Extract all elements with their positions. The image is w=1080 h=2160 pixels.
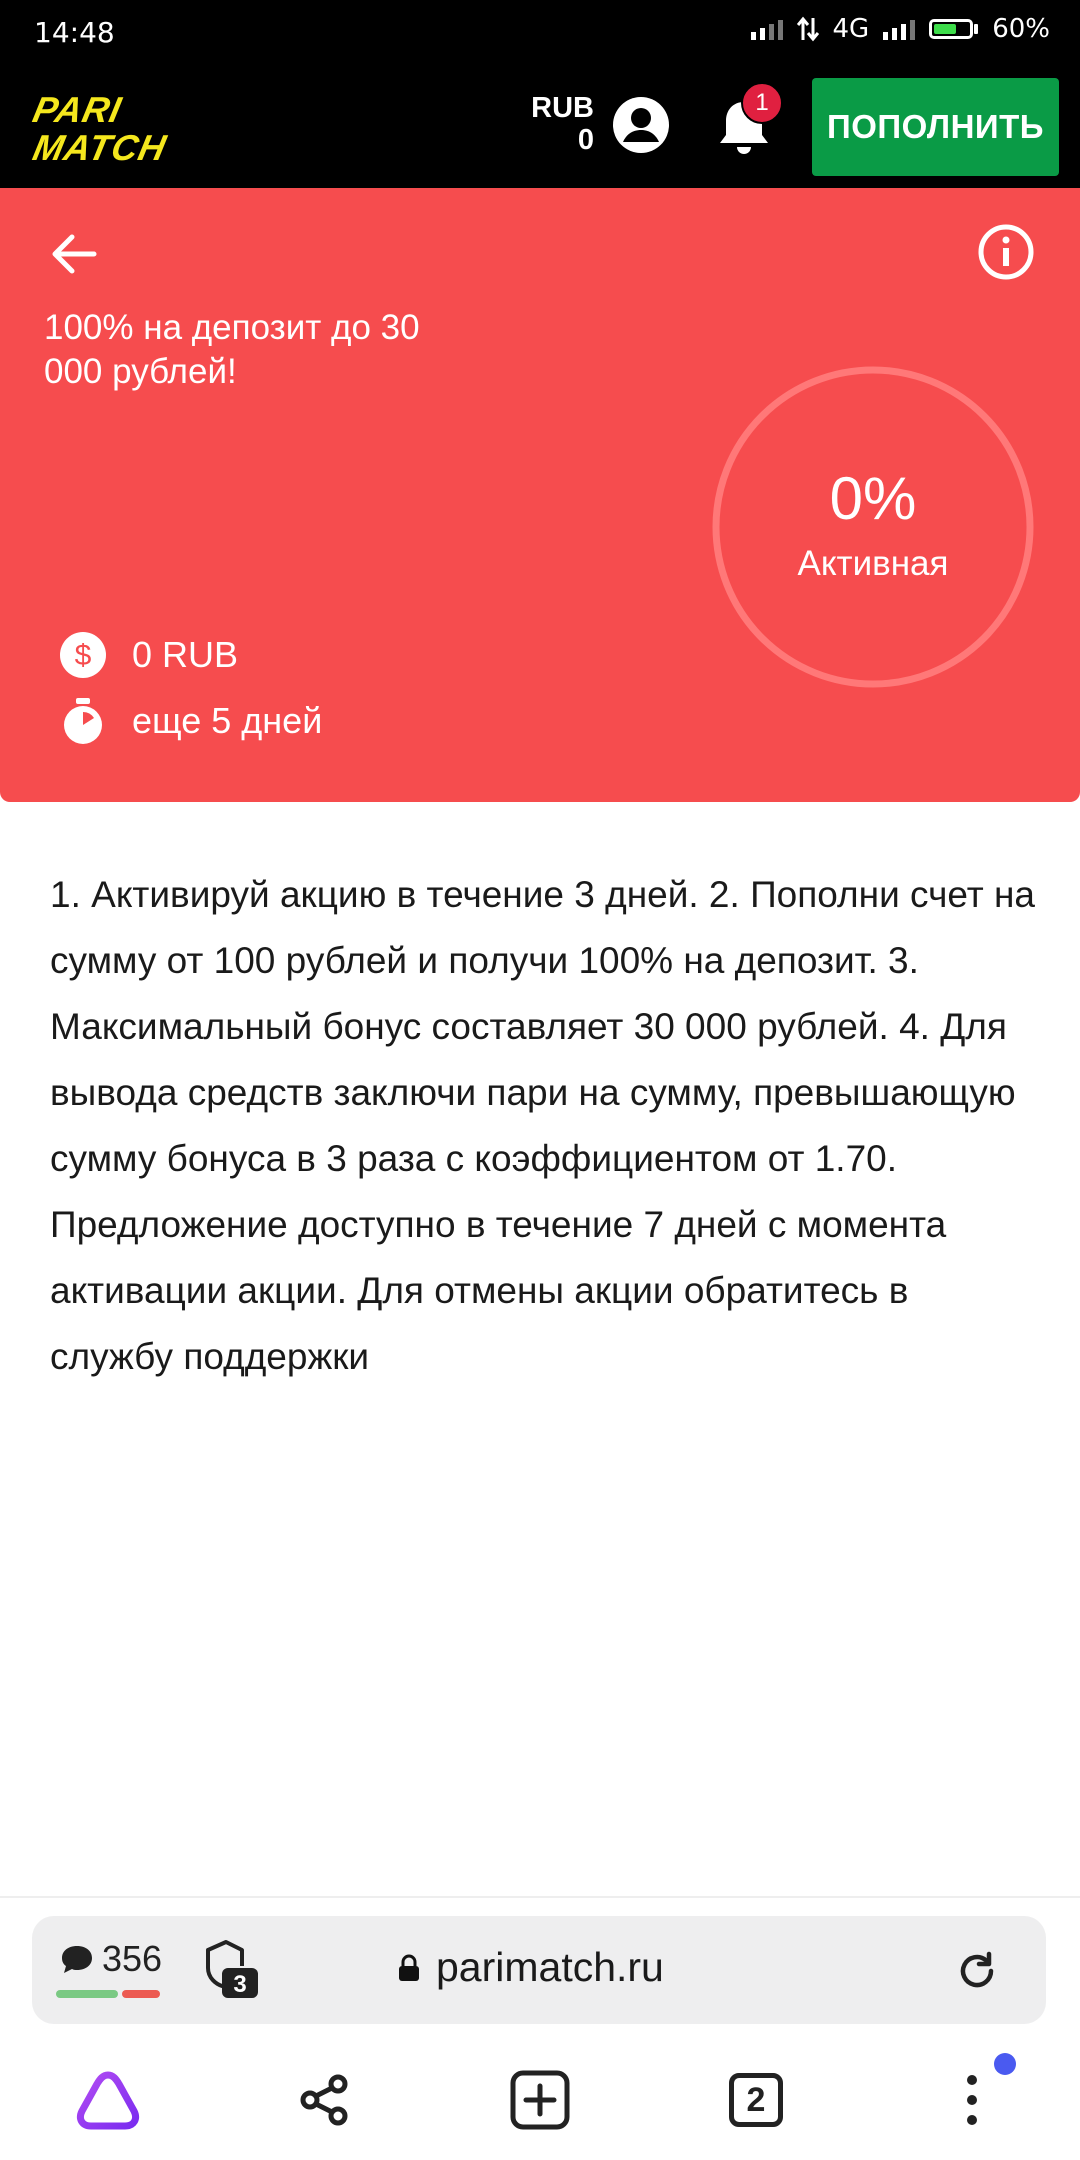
- bonus-amount: 0 RUB: [132, 634, 239, 675]
- url-text: parimatch.ru: [436, 1944, 664, 1990]
- share-button[interactable]: [284, 2060, 364, 2140]
- tabs-button[interactable]: 2: [716, 2060, 796, 2140]
- promo-description: 1. Активируй акцию в течение 3 дней. 2. …: [50, 874, 1035, 1377]
- lock-icon: [399, 1954, 419, 1981]
- data-transfer-icon: [796, 16, 819, 42]
- stopwatch-icon: [64, 698, 102, 744]
- comments-count: 356: [102, 1938, 163, 1979]
- svg-text:MATCH: MATCH: [29, 127, 170, 164]
- signal-icon-2: [883, 18, 916, 40]
- signal-icon: [750, 18, 783, 40]
- menu-notification-dot: [994, 2053, 1016, 2075]
- more-vertical-icon: [967, 2075, 977, 2125]
- notification-badge: 1: [741, 82, 783, 124]
- battery-icon: [929, 19, 979, 39]
- balance-amount: 0: [577, 124, 594, 156]
- progress-percent: 0%: [829, 465, 917, 532]
- svg-text:PARI: PARI: [30, 90, 126, 130]
- dollar-coin-icon: $: [60, 632, 106, 678]
- balance-currency: RUB: [531, 92, 594, 124]
- user-account-icon[interactable]: [612, 96, 670, 154]
- browser-address-bar[interactable]: 356 3 parimatch.ru: [32, 1916, 1046, 2024]
- battery-percent: 60%: [992, 14, 1050, 44]
- time-left: еще 5 дней: [132, 700, 323, 741]
- new-tab-button[interactable]: [500, 2060, 580, 2140]
- promo-status: Активная: [797, 544, 949, 583]
- status-time: 14:48: [34, 16, 115, 49]
- parimatch-logo[interactable]: PARI MATCH: [22, 90, 252, 164]
- back-arrow-icon[interactable]: [46, 226, 102, 282]
- svg-text:$: $: [75, 639, 92, 672]
- protection-shield-icon[interactable]: 3: [200, 1938, 264, 2002]
- alice-assistant-button[interactable]: [68, 2060, 148, 2140]
- app-header: PARI MATCH RUB 0 1 ПОПОЛНИТЬ: [0, 66, 1080, 188]
- tabs-count: 2: [729, 2073, 783, 2127]
- comments-button[interactable]: 356: [60, 1938, 162, 1980]
- promo-card: 100% на депозит до 30 000 рублей! 0% Акт…: [0, 188, 1080, 802]
- info-icon[interactable]: [976, 222, 1036, 282]
- deposit-button[interactable]: ПОПОЛНИТЬ: [812, 78, 1059, 176]
- time-left-row: еще 5 дней: [58, 696, 322, 746]
- plus-square-icon: [510, 2070, 570, 2130]
- comment-bubble-icon: [62, 1946, 92, 1973]
- balance-display[interactable]: RUB 0: [520, 92, 594, 156]
- bonus-amount-row: $ 0 RUB: [58, 630, 238, 680]
- reload-icon[interactable]: [952, 1946, 1002, 1996]
- shield-count: 3: [233, 1971, 246, 1998]
- share-icon: [300, 2074, 348, 2126]
- rating-bar: [56, 1990, 162, 1998]
- promo-title: 100% на депозит до 30 000 рублей!: [44, 308, 420, 391]
- alice-assistant-icon: [76, 2071, 140, 2130]
- status-bar: 14:48 4G 60%: [0, 0, 1080, 66]
- network-type: 4G: [832, 14, 870, 44]
- url-display[interactable]: parimatch.ru: [398, 1944, 664, 1991]
- divider: [0, 1896, 1080, 1898]
- browser-nav-bar: 2: [0, 2040, 1080, 2160]
